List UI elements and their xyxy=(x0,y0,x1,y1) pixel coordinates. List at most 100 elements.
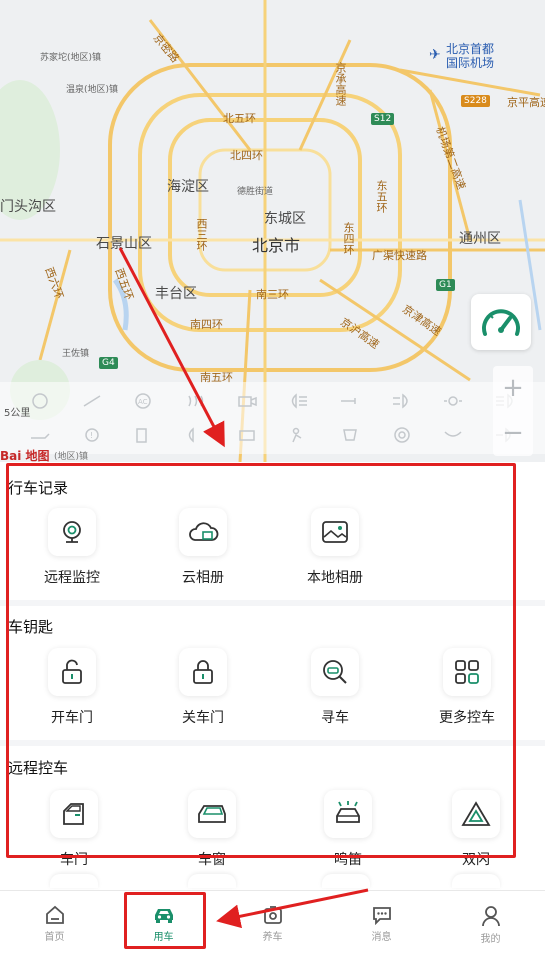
car-window-button[interactable] xyxy=(188,790,236,838)
headlight-indicator-icon xyxy=(284,390,312,412)
airport-icon: ✈ xyxy=(429,47,441,63)
airbag-indicator-icon xyxy=(284,424,312,446)
local-album-label: 本地相册 xyxy=(307,570,363,586)
more-controls-label: 更多控车 xyxy=(439,710,495,726)
nav-label-messages: 消息 xyxy=(371,932,392,943)
remote-monitor-item[interactable]: 远程监控 xyxy=(12,508,132,587)
lock-icon xyxy=(193,660,213,684)
cloud-album-item[interactable]: 云相册 xyxy=(143,508,263,587)
map-zoom-control: + − xyxy=(493,366,533,456)
map-label-mentougou: 门头沟区 xyxy=(0,199,56,215)
remote-monitor-label: 远程监控 xyxy=(44,570,100,586)
next-row-item-peek xyxy=(322,874,370,888)
map-label-xisanhuan: 西三环 xyxy=(195,218,208,251)
highway-badge-g1: G1 xyxy=(436,279,455,291)
car-window-item[interactable]: 车窗 xyxy=(152,790,272,869)
zoom-in-button[interactable]: + xyxy=(493,366,533,411)
find-car-icon xyxy=(323,660,347,684)
unlock-door-item[interactable]: 开车门 xyxy=(12,648,132,727)
map-scale: 5公里 xyxy=(4,408,31,419)
find-car-label: 寻车 xyxy=(321,710,349,726)
section-title-driving-record: 行车记录 xyxy=(8,479,69,497)
map-label-suzhuang: 苏家坨(地区)镇 xyxy=(40,53,102,63)
lock-door-button[interactable] xyxy=(179,648,227,696)
map-view[interactable]: 北京首都 国际机场 ✈ 京承高速 京密路 苏家坨(地区)镇 温泉(地区)镇 北五环… xyxy=(0,0,545,462)
nav-label-home: 首页 xyxy=(44,932,65,943)
map-label-jingcheng: 京承高速 xyxy=(334,62,347,106)
map-label-nansanhuan: 南三环 xyxy=(256,288,289,301)
hazard-icon xyxy=(461,801,491,826)
more-controls-item[interactable]: 更多控车 xyxy=(407,648,527,727)
indicator-row-1: AC xyxy=(0,390,545,412)
washer-indicator-icon xyxy=(439,424,467,446)
map-label-airport: 北京首都 国际机场 xyxy=(446,42,495,70)
map-label-beijing: 北京市 xyxy=(252,236,301,255)
map-label-haidian: 海淀区 xyxy=(167,179,209,195)
section-title-remote-control: 远程控车 xyxy=(8,759,69,777)
car-door-button[interactable] xyxy=(50,790,98,838)
horn-button[interactable] xyxy=(324,790,372,838)
hazard-label: 双闪 xyxy=(462,852,490,868)
car-door-icon xyxy=(63,803,84,825)
baidu-map-logo: Bai 地图 xyxy=(0,449,50,462)
map-label-beiwuhuan: 北五环 xyxy=(223,112,256,125)
tire-pressure-indicator-icon xyxy=(388,424,416,446)
unlock-door-label: 开车门 xyxy=(51,710,93,726)
cloud-album-label: 云相册 xyxy=(182,570,224,586)
car-door-item[interactable]: 车门 xyxy=(14,790,134,869)
cloud-album-button[interactable] xyxy=(179,508,227,556)
map-label-shijingshan: 石景山区 xyxy=(96,236,152,252)
unlock-icon xyxy=(62,659,82,684)
fog-light-indicator-icon xyxy=(388,390,416,412)
remote-monitor-button[interactable] xyxy=(48,508,96,556)
local-album-button[interactable] xyxy=(311,508,359,556)
nav-tab-messages[interactable]: 消息 xyxy=(327,891,436,955)
hazard-button[interactable] xyxy=(452,790,500,838)
nav-tab-home[interactable]: 首页 xyxy=(0,891,109,955)
highway-badge-s12: S12 xyxy=(371,113,395,125)
zoom-out-button[interactable]: − xyxy=(493,411,533,456)
find-car-button[interactable] xyxy=(311,648,359,696)
maintenance-icon xyxy=(263,906,282,924)
traction-indicator-icon xyxy=(336,424,364,446)
map-label-fengtai: 丰台区 xyxy=(155,286,197,302)
brake-indicator-icon: ! xyxy=(78,424,106,446)
map-credit-label: (地区)镇 xyxy=(54,452,89,462)
speedometer-icon xyxy=(482,309,520,336)
horn-item[interactable]: 鸣笛 xyxy=(288,790,408,869)
find-car-item[interactable]: 寻车 xyxy=(275,648,395,727)
car-window-label: 车窗 xyxy=(198,852,226,868)
lock-door-item[interactable]: 关车门 xyxy=(143,648,263,727)
section-title-car-key: 车钥匙 xyxy=(8,618,54,636)
camera-icon xyxy=(63,521,81,543)
svg-text:!: ! xyxy=(90,431,93,440)
nav-tab-maintenance[interactable]: 养车 xyxy=(218,891,327,955)
parking-light-indicator-icon xyxy=(439,390,467,412)
svg-text:AC: AC xyxy=(138,398,148,406)
map-label-jingping: 京平高速 xyxy=(507,96,545,109)
map-label-nansihuan: 南四环 xyxy=(190,318,223,331)
nav-label-profile: 我的 xyxy=(480,934,501,945)
next-row-item-peek xyxy=(50,874,98,888)
map-label-wangzuo: 王佐镇 xyxy=(62,349,90,359)
map-label-dongwuhuan: 东五环 xyxy=(375,180,388,213)
more-controls-button[interactable] xyxy=(443,648,491,696)
speedometer-button[interactable] xyxy=(471,294,531,350)
message-icon xyxy=(372,907,391,925)
highway-badge-s228: S228 xyxy=(461,95,490,107)
nav-tab-profile[interactable]: 我的 xyxy=(436,891,545,955)
map-label-dongcheng: 东城区 xyxy=(264,211,306,227)
ac-indicator-icon: AC xyxy=(129,390,157,412)
section-divider xyxy=(0,740,545,746)
bottom-navigation: 首页 用车 养车 消息 我的 xyxy=(0,890,545,955)
local-album-item[interactable]: 本地相册 xyxy=(275,508,395,587)
indicator-row-2: ! xyxy=(0,424,545,446)
unlock-door-button[interactable] xyxy=(48,648,96,696)
nav-tab-car[interactable]: 用车 xyxy=(109,891,218,955)
map-label-beisihuan: 北四环 xyxy=(230,149,263,162)
lock-door-label: 关车门 xyxy=(182,710,224,726)
hazard-item[interactable]: 双闪 xyxy=(416,790,536,869)
heater-indicator-icon xyxy=(181,390,209,412)
local-album-icon xyxy=(322,521,348,543)
cloud-album-icon xyxy=(189,522,219,541)
